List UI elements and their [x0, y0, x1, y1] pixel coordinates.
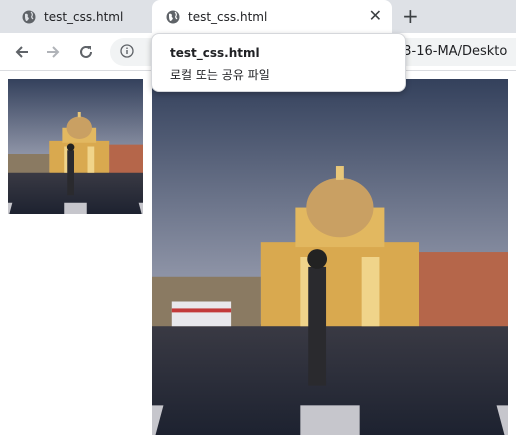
tab-active[interactable]: test_css.html ✕	[152, 0, 392, 33]
back-icon[interactable]	[12, 42, 32, 62]
tooltip-subtitle: 로컬 또는 공유 파일	[170, 68, 270, 82]
photo-large	[152, 79, 508, 435]
info-icon[interactable]	[120, 44, 134, 58]
tab-title: test_css.html	[188, 9, 268, 24]
plus-icon[interactable]: +	[402, 5, 419, 27]
close-icon[interactable]: ✕	[369, 7, 382, 25]
tab-strip: test_css.html test_css.html ✕ +	[0, 0, 516, 33]
globe-icon	[166, 10, 180, 23]
url-text: 73-16-MA/Deskto	[395, 44, 508, 59]
photo-small	[8, 79, 143, 214]
forward-icon[interactable]	[43, 42, 63, 62]
tab-inactive[interactable]: test_css.html	[8, 0, 148, 33]
globe-icon	[22, 10, 36, 23]
reload-icon[interactable]	[76, 42, 96, 62]
tab-title: test_css.html	[44, 9, 124, 24]
tooltip-title: test_css.html	[170, 46, 260, 60]
tab-tooltip: test_css.html 로컬 또는 공유 파일	[151, 33, 406, 92]
